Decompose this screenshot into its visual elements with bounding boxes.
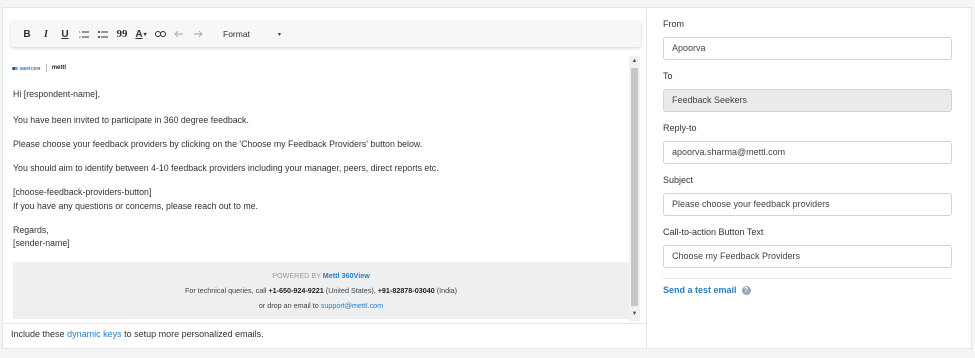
drop-email-prefix: or drop an email to bbox=[258, 301, 319, 310]
from-field[interactable]: Apoorva bbox=[663, 37, 952, 60]
editor-content[interactable]: MERCER mettl Hi [respondent-name], You h… bbox=[11, 56, 631, 319]
chevron-down-icon: ▾ bbox=[277, 31, 281, 38]
font-color-caret: ▾ bbox=[143, 31, 147, 38]
logo-divider bbox=[45, 64, 47, 72]
reply-to-field[interactable]: apoorva.sharma@mettl.com bbox=[663, 141, 952, 164]
send-test-email-label: Send a test email bbox=[663, 285, 737, 295]
mercer-logo: MERCER bbox=[12, 66, 41, 71]
scroll-up-icon[interactable]: ▲ bbox=[631, 58, 638, 65]
font-color-icon[interactable]: A ▾ bbox=[133, 24, 149, 44]
phone-india-label: (India) bbox=[436, 286, 458, 295]
sender-name-key: [sender-name] bbox=[13, 238, 70, 248]
from-label: From bbox=[663, 19, 684, 29]
editor-toolbar: B I U 12 99 A ▾ Format ▾ bbox=[11, 21, 641, 47]
numbered-list-icon[interactable]: 12 bbox=[76, 24, 92, 44]
support-email-line: or drop an email to support@mettl.com bbox=[13, 301, 629, 310]
queries-prefix: For technical queries, call bbox=[184, 286, 267, 295]
email-line: You have been invited to participate in … bbox=[13, 115, 249, 125]
to-label: To bbox=[663, 71, 673, 81]
cta-button-key: [choose-feedback-providers-button] bbox=[13, 187, 152, 197]
dynamic-keys-link[interactable]: dynamic keys bbox=[67, 329, 122, 339]
editor-scrollbar[interactable]: ▲ ▼ bbox=[629, 56, 640, 321]
send-test-email-link[interactable]: Send a test email ? bbox=[663, 285, 751, 295]
email-line: You should aim to identify between 4-10 … bbox=[13, 163, 439, 173]
subject-field[interactable]: Please choose your feedback providers bbox=[663, 193, 952, 216]
svg-text:1: 1 bbox=[79, 30, 81, 34]
powered-by-line: POWERED BY Mettl 360View bbox=[13, 271, 629, 280]
email-composer-panel: B I U 12 99 A ▾ Format ▾ MERCER mettl Hi… bbox=[2, 7, 972, 349]
form-divider bbox=[663, 278, 952, 279]
email-editor: B I U 12 99 A ▾ Format ▾ MERCER mettl Hi… bbox=[3, 8, 647, 348]
quote-icon[interactable]: 99 bbox=[114, 24, 130, 44]
subject-label: Subject bbox=[663, 175, 694, 185]
italic-icon[interactable]: I bbox=[38, 24, 54, 44]
bold-icon[interactable]: B bbox=[19, 24, 35, 44]
format-dropdown[interactable]: Format ▾ bbox=[223, 29, 281, 39]
reply-to-label: Reply-to bbox=[663, 123, 697, 133]
help-icon[interactable]: ? bbox=[741, 285, 751, 295]
brand-logos: MERCER mettl bbox=[12, 64, 66, 72]
to-field: Feedback Seekers bbox=[663, 89, 952, 112]
undo-icon[interactable] bbox=[171, 24, 187, 44]
font-color-glyph: A bbox=[135, 28, 143, 40]
format-dropdown-label: Format bbox=[223, 29, 250, 39]
cta-text-field[interactable]: Choose my Feedback Providers bbox=[663, 245, 952, 268]
dynamic-keys-hint: Include these dynamic keys to setup more… bbox=[11, 329, 264, 339]
email-regards: Regards, bbox=[13, 225, 49, 235]
email-greeting: Hi [respondent-name], bbox=[13, 89, 101, 99]
mercer-logo-text: MERCER bbox=[20, 65, 41, 71]
email-line: Please choose your feedback providers by… bbox=[13, 139, 423, 149]
technical-queries-line: For technical queries, call +1-650-924-9… bbox=[13, 286, 629, 295]
support-email-link[interactable]: support@mettl.com bbox=[321, 301, 383, 310]
bullet-list-icon[interactable] bbox=[95, 24, 111, 44]
editor-divider bbox=[3, 323, 646, 324]
scrollbar-thumb[interactable] bbox=[631, 68, 638, 306]
underline-icon[interactable]: U bbox=[57, 24, 73, 44]
link-icon[interactable] bbox=[152, 24, 168, 44]
mettl-logo: mettl bbox=[52, 65, 66, 71]
email-line: If you have any questions or concerns, p… bbox=[13, 201, 258, 211]
powered-by-brand: Mettl 360View bbox=[322, 271, 370, 280]
phone-india: +91-82878-03040 bbox=[377, 286, 435, 295]
email-footer: POWERED BY Mettl 360View For technical q… bbox=[13, 262, 629, 319]
redo-icon[interactable] bbox=[190, 24, 206, 44]
hint-suffix: to setup more personalized emails. bbox=[124, 329, 264, 339]
hint-prefix: Include these bbox=[11, 329, 65, 339]
svg-text:2: 2 bbox=[79, 35, 81, 39]
powered-by-label: POWERED BY bbox=[272, 271, 321, 280]
scroll-down-icon[interactable]: ▼ bbox=[631, 311, 638, 318]
phone-us: +1-650-924-9221 bbox=[268, 286, 324, 295]
mettl-logo-text: mettl bbox=[51, 65, 67, 71]
phone-us-label: (United States), bbox=[325, 286, 376, 295]
cta-text-label: Call-to-action Button Text bbox=[663, 227, 764, 237]
